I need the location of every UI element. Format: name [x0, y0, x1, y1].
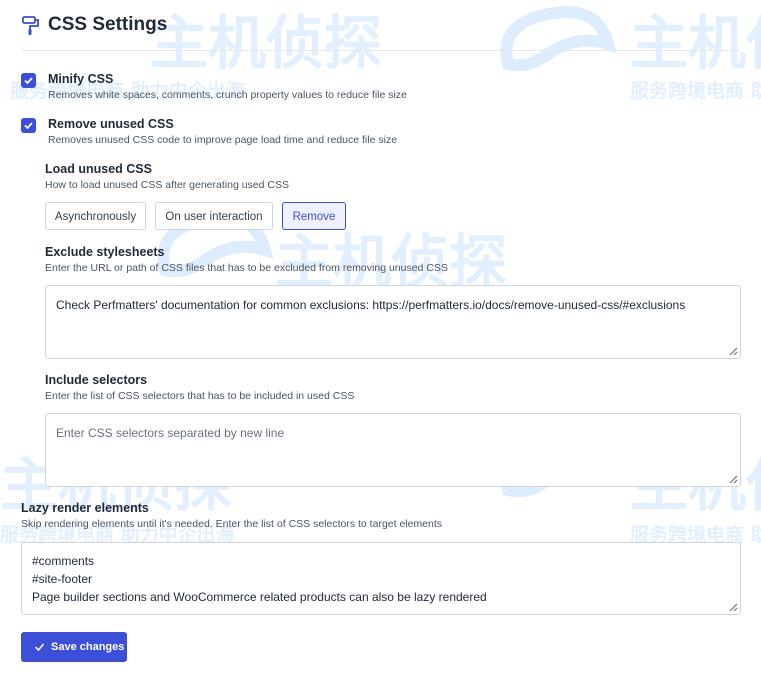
- lazy-render-line: Page builder sections and WooCommerce re…: [32, 590, 487, 604]
- check-icon: [24, 77, 33, 85]
- minify-css-label: Minify CSS: [48, 72, 114, 86]
- save-changes-button[interactable]: Save changes: [21, 632, 127, 662]
- watermark-slogan: 服务跨境电商 助力中企出海: [630, 80, 761, 102]
- load-unused-css-label: Load unused CSS: [45, 162, 152, 176]
- lazy-render-textarea[interactable]: #comments #site-footer Page builder sect…: [21, 542, 741, 615]
- include-selectors-textarea[interactable]: Enter CSS selectors separated by new lin…: [45, 413, 741, 487]
- remove-unused-css-checkbox[interactable]: [21, 118, 36, 133]
- save-changes-label: Save changes: [51, 641, 125, 653]
- lazy-render-line: #site-footer: [32, 572, 93, 586]
- option-remove-button[interactable]: Remove: [282, 202, 346, 230]
- check-icon: [34, 643, 45, 652]
- lazy-render-label: Lazy render elements: [21, 501, 149, 515]
- paint-roller-icon: [22, 16, 39, 35]
- section-header: CSS Settings: [22, 12, 740, 51]
- resize-handle-icon[interactable]: [728, 474, 738, 484]
- resize-handle-icon[interactable]: [728, 602, 738, 612]
- option-on-user-interaction-button[interactable]: On user interaction: [155, 202, 273, 230]
- lazy-render-desc: Skip rendering elements until it's neede…: [21, 518, 443, 530]
- load-unused-css-desc: How to load unused CSS after generating …: [45, 179, 289, 191]
- remove-unused-css-label: Remove unused CSS: [48, 117, 174, 131]
- exclude-stylesheets-desc: Enter the URL or path of CSS files that …: [45, 262, 448, 274]
- exclude-stylesheets-value: Check Perfmatters' documentation for com…: [56, 298, 686, 312]
- option-asynchronously-button[interactable]: Asynchronously: [45, 202, 146, 230]
- exclude-stylesheets-textarea[interactable]: Check Perfmatters' documentation for com…: [45, 285, 741, 359]
- remove-unused-css-desc: Removes unused CSS code to improve page …: [48, 134, 398, 146]
- minify-css-desc: Removes white spaces, comments, crunch p…: [48, 89, 407, 101]
- check-icon: [24, 122, 33, 130]
- include-selectors-label: Include selectors: [45, 373, 148, 387]
- minify-css-checkbox[interactable]: [21, 73, 36, 88]
- page-title: CSS Settings: [48, 14, 168, 35]
- resize-handle-icon[interactable]: [728, 346, 738, 356]
- exclude-stylesheets-label: Exclude stylesheets: [45, 245, 165, 259]
- include-selectors-placeholder: Enter CSS selectors separated by new lin…: [56, 426, 285, 440]
- lazy-render-line: #comments: [32, 554, 95, 568]
- include-selectors-desc: Enter the list of CSS selectors that has…: [45, 390, 355, 402]
